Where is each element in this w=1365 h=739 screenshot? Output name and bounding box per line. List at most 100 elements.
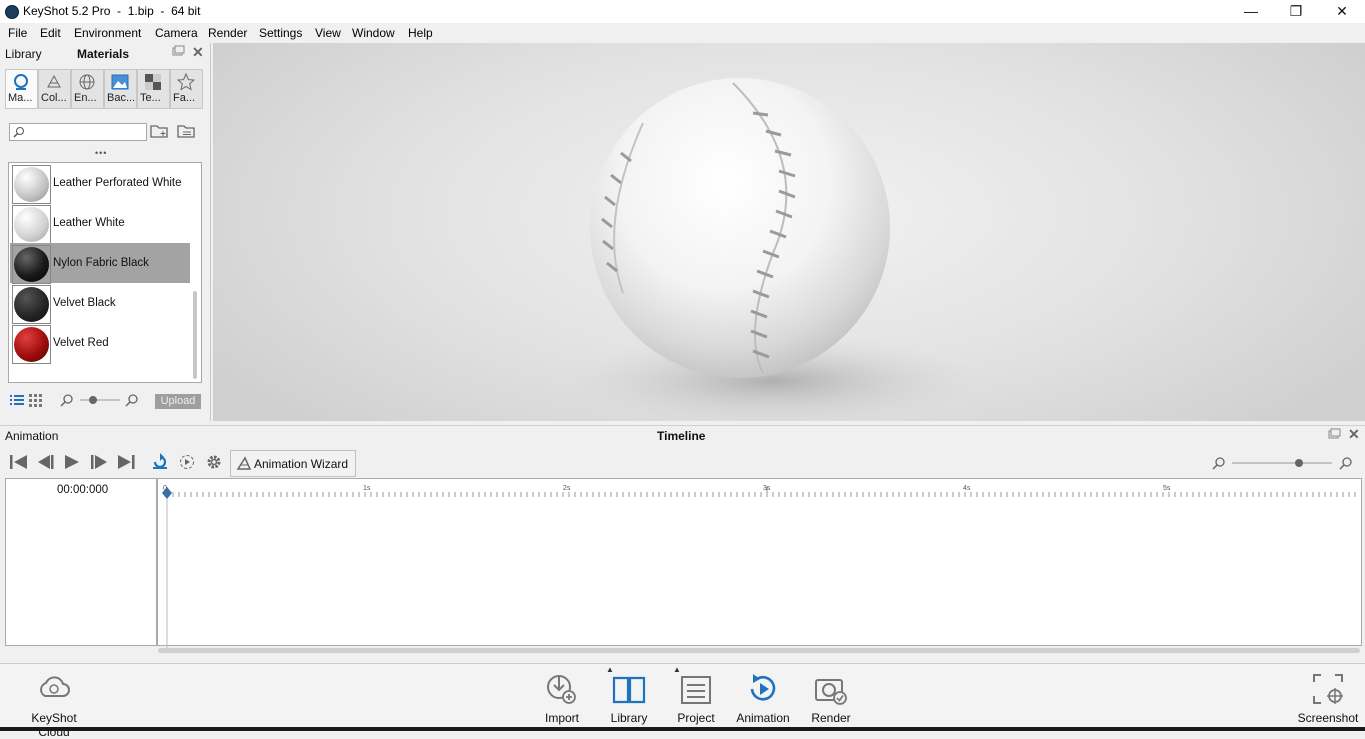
menu-view[interactable]: View [315, 26, 341, 40]
animation-wizard-button[interactable]: Animation Wizard [230, 450, 356, 477]
material-thumbnail [12, 245, 51, 284]
timeline-zoom-slider[interactable] [1232, 457, 1334, 472]
timeline-zoom-in-icon[interactable] [1339, 456, 1353, 473]
material-thumbnail [12, 285, 51, 324]
materials-icon [14, 74, 28, 90]
ping-pong-icon[interactable] [178, 453, 196, 474]
material-thumbnail [12, 165, 51, 204]
close-button[interactable]: ✕ [1319, 0, 1365, 23]
folder-options-icon[interactable] [177, 122, 197, 143]
timeline-ruler[interactable]: 0 1s 2s 3s 4s 5s [158, 479, 1361, 509]
tab-textures[interactable]: Te... [137, 69, 170, 109]
current-time: 00:00:000 [57, 484, 109, 496]
material-search-input[interactable] [9, 123, 147, 141]
tab-colors-label: Col... [41, 92, 67, 104]
timeline-zoom-out-icon[interactable] [1212, 456, 1226, 473]
zoom-out-icon[interactable] [60, 393, 74, 410]
list-item[interactable]: Velvet Black [10, 283, 190, 324]
keyshot-cloud-label: KeyShot Cloud [31, 711, 77, 739]
tab-favorites[interactable]: Fa... [170, 69, 203, 109]
list-item[interactable]: Leather White [10, 203, 190, 244]
ruler-label: 3s [763, 485, 771, 492]
skip-to-start-icon[interactable] [9, 454, 29, 473]
material-name: Leather White [53, 217, 125, 229]
timeline-scrollbar[interactable] [158, 648, 1360, 653]
import-button[interactable]: Import [527, 664, 597, 732]
environments-icon [79, 74, 95, 90]
keyshot-cloud-button[interactable]: KeyShot Cloud [19, 664, 89, 739]
project-button[interactable]: ▲ Project [661, 664, 731, 732]
animation-button[interactable]: Animation [728, 664, 798, 732]
library-panel-title: Materials [77, 47, 130, 61]
loop-icon[interactable] [151, 453, 169, 474]
ruler-label: 4s [963, 485, 971, 492]
panel-close-icon[interactable]: ✕ [1348, 426, 1360, 443]
render-button[interactable]: Render [796, 664, 866, 732]
menu-help[interactable]: Help [408, 26, 433, 40]
more-options-icon[interactable]: ••• [95, 148, 107, 158]
title-bar: KeyShot 5.2 Pro - 1.bip - 64 bit — ❐ ✕ [0, 0, 1365, 23]
list-item-selected[interactable]: Nylon Fabric Black [10, 243, 190, 284]
maximize-button[interactable]: ❐ [1273, 0, 1319, 23]
animation-wizard-label: Animation Wizard [254, 457, 349, 471]
playhead-marker[interactable] [161, 485, 173, 658]
wizard-icon [236, 456, 252, 470]
material-list: Leather Perforated White Leather White N… [8, 162, 202, 383]
undock-icon[interactable] [172, 45, 185, 60]
keyshot-app-icon [5, 5, 19, 19]
gear-icon[interactable] [205, 453, 223, 474]
menu-window[interactable]: Window [352, 26, 395, 40]
list-scrollbar[interactable] [193, 291, 197, 379]
list-view-icon[interactable] [10, 393, 24, 410]
menu-edit[interactable]: Edit [40, 26, 61, 40]
minimize-button[interactable]: — [1228, 0, 1274, 23]
list-item[interactable]: Leather Perforated White [10, 163, 190, 204]
import-label: Import [544, 711, 579, 725]
play-icon[interactable] [63, 454, 81, 473]
time-readout-panel: 00:00:000 [5, 478, 157, 646]
step-back-icon[interactable] [36, 454, 56, 473]
menu-environment[interactable]: Environment [74, 26, 141, 40]
panel-close-icon[interactable]: ✕ [192, 44, 204, 61]
library-button[interactable]: ▲ Library [594, 664, 664, 732]
baseball-model [563, 78, 983, 421]
tab-backplates-label: Bac... [107, 92, 136, 104]
menu-render[interactable]: Render [208, 26, 247, 40]
render-viewport[interactable] [213, 43, 1365, 421]
material-thumbnail [12, 205, 51, 244]
new-folder-icon[interactable] [150, 122, 170, 143]
step-forward-icon[interactable] [89, 454, 109, 473]
menu-settings[interactable]: Settings [259, 26, 302, 40]
thumbnail-size-slider[interactable] [80, 394, 122, 409]
library-panel-label: Library [5, 47, 42, 61]
tab-materials[interactable]: Ma... [5, 69, 38, 109]
taskbar-edge [0, 727, 1365, 731]
tab-colors[interactable]: Col... [38, 69, 71, 109]
zoom-in-icon[interactable] [125, 393, 139, 410]
material-name: Velvet Black [53, 297, 116, 309]
material-name: Leather Perforated White [53, 177, 182, 189]
undock-icon[interactable] [1328, 428, 1341, 443]
tab-backplates[interactable]: Bac... [104, 69, 137, 109]
tab-environments[interactable]: En... [71, 69, 104, 109]
library-panel: Library Materials ✕ Ma... Col... En... B… [0, 43, 211, 421]
bottom-toolbar: KeyShot Cloud Import ▲ Library ▲ Project… [0, 663, 1365, 739]
timeline-title: Timeline [657, 429, 706, 443]
menu-file[interactable]: File [8, 26, 27, 40]
screenshot-label: Screenshot [1297, 711, 1359, 725]
backplates-icon [111, 74, 129, 90]
timeline-track[interactable]: 0 1s 2s 3s 4s 5s [157, 478, 1362, 650]
library-book-icon [612, 676, 646, 704]
screenshot-button[interactable]: Screenshot [1293, 664, 1363, 732]
material-thumbnail [12, 325, 51, 364]
cloud-icon [40, 676, 70, 697]
import-icon [547, 675, 576, 704]
grid-view-icon[interactable] [29, 393, 43, 410]
project-icon [681, 676, 711, 704]
list-item[interactable]: Velvet Red [10, 323, 190, 364]
skip-to-end-icon[interactable] [116, 454, 136, 473]
upload-button[interactable]: Upload [155, 394, 201, 409]
library-label: Library [610, 711, 648, 725]
tab-environments-label: En... [74, 92, 97, 104]
menu-camera[interactable]: Camera [155, 26, 198, 40]
